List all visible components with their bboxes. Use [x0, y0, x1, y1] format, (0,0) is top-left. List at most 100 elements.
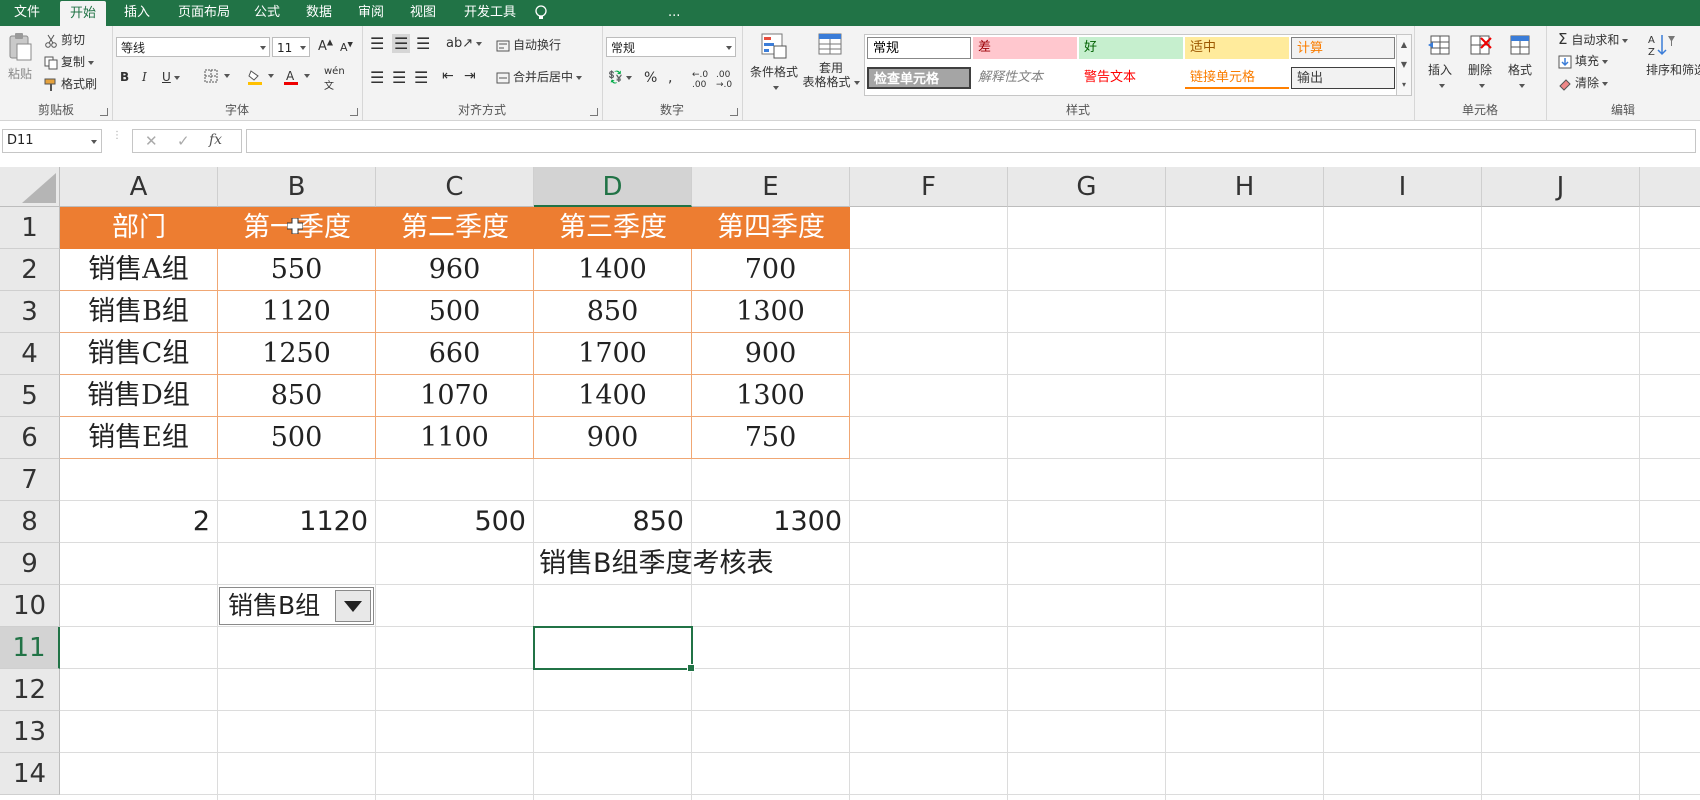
gallery-scroll[interactable]: ▲ ▼ ▾	[1396, 34, 1412, 96]
align-left-button[interactable]: ☰	[370, 68, 384, 87]
insert-function-icon[interactable]: fx	[209, 132, 222, 148]
italic-button[interactable]: I	[142, 70, 147, 84]
increase-font-button[interactable]: A▲	[318, 38, 333, 54]
style-bad[interactable]: 差	[973, 37, 1077, 59]
merge-center-button[interactable]: 合并后居中	[496, 68, 583, 85]
column-header-j[interactable]: J	[1482, 167, 1640, 207]
scroll-up-icon[interactable]: ▲	[1397, 35, 1411, 55]
row-header-2[interactable]: 2	[0, 249, 60, 291]
increase-decimal-button[interactable]: ←.0.00	[692, 70, 708, 90]
select-all-button[interactable]	[0, 167, 60, 207]
table-cell[interactable]: 1070	[376, 375, 534, 417]
fill-handle[interactable]	[687, 664, 695, 672]
align-top-button[interactable]: ☰	[370, 34, 384, 53]
table-cell[interactable]: 1400	[534, 375, 692, 417]
table-cell[interactable]: 1300	[692, 291, 850, 333]
table-cell[interactable]: 1250	[218, 333, 376, 375]
report-title[interactable]: 销售B组季度考核表	[539, 543, 839, 585]
table-cell[interactable]: 850	[534, 291, 692, 333]
table-cell[interactable]: 960	[376, 249, 534, 291]
style-output[interactable]: 输出	[1291, 67, 1395, 89]
row-header-1[interactable]: 1	[0, 207, 60, 249]
table-header-cell[interactable]: 第二季度	[376, 207, 534, 249]
table-cell[interactable]: 500	[376, 291, 534, 333]
column-header-e[interactable]: E	[692, 167, 850, 207]
row-header-5[interactable]: 5	[0, 375, 60, 417]
row-header-4[interactable]: 4	[0, 333, 60, 375]
table-header-cell[interactable]: 第四季度	[692, 207, 850, 249]
table-cell[interactable]: 销售D组	[60, 375, 218, 417]
paste-button[interactable]: 粘贴	[6, 32, 34, 82]
align-center-button[interactable]: ☰	[392, 68, 406, 87]
column-header-h[interactable]: H	[1166, 167, 1324, 207]
percent-button[interactable]: %	[644, 70, 657, 86]
group-select-combo[interactable]: 销售B组	[219, 587, 374, 625]
tab-file[interactable]: 文件	[4, 0, 50, 26]
column-header-k[interactable]	[1640, 167, 1700, 207]
table-cell[interactable]: 销售B组	[60, 291, 218, 333]
table-cell[interactable]: 700	[692, 249, 850, 291]
table-cell[interactable]: 销售A组	[60, 249, 218, 291]
column-header-a[interactable]: A	[60, 167, 218, 207]
formula-bar-grip[interactable]: ⋮	[112, 131, 122, 149]
table-cell[interactable]: 660	[376, 333, 534, 375]
row-header-13[interactable]: 13	[0, 711, 60, 753]
name-box[interactable]: D11	[2, 129, 102, 153]
format-as-table-button[interactable]: 套用 表格格式	[802, 32, 860, 89]
table-cell[interactable]: 500	[218, 417, 376, 459]
table-header-cell[interactable]: 部门	[60, 207, 218, 249]
style-explanatory[interactable]: 解释性文本	[973, 67, 1077, 89]
tab-view[interactable]: 视图	[400, 0, 446, 26]
accounting-button[interactable]: 💱	[608, 70, 632, 84]
style-calculation[interactable]: 计算	[1291, 37, 1395, 59]
orientation-button[interactable]: ab↗	[446, 36, 483, 51]
tab-home[interactable]: 开始	[60, 1, 107, 26]
dialog-launcher-icon[interactable]	[100, 108, 108, 116]
row-header-10[interactable]: 10	[0, 585, 60, 627]
table-cell[interactable]: 850	[218, 375, 376, 417]
cell-c8[interactable]: 500	[376, 501, 534, 543]
row-header-12[interactable]: 12	[0, 669, 60, 711]
formula-input[interactable]	[246, 129, 1696, 153]
increase-indent-button[interactable]: ⇥	[464, 68, 476, 84]
tab-insert[interactable]: 插入	[114, 0, 160, 26]
align-bottom-button[interactable]: ☰	[416, 34, 430, 53]
tab-review[interactable]: 审阅	[348, 0, 394, 26]
number-format-combo[interactable]: 常规	[606, 37, 736, 57]
column-header-b[interactable]: B	[218, 167, 376, 207]
enter-icon[interactable]: ✓	[177, 132, 190, 150]
cancel-icon[interactable]: ✕	[145, 132, 158, 150]
tell-me-icon[interactable]	[534, 0, 548, 26]
font-color-button[interactable]: A	[284, 68, 310, 85]
font-size-combo[interactable]: 11	[272, 37, 310, 57]
format-painter-button[interactable]: 格式刷	[44, 75, 97, 92]
style-check-cell[interactable]: 检查单元格	[867, 67, 971, 89]
comma-button[interactable]: ,	[668, 70, 672, 86]
column-header-d[interactable]: D	[534, 167, 692, 207]
decrease-decimal-button[interactable]: .00 →.0	[716, 70, 732, 90]
table-cell[interactable]: 1300	[692, 375, 850, 417]
cell-b8[interactable]: 1120	[218, 501, 376, 543]
tab-page-layout[interactable]: 页面布局	[168, 0, 240, 26]
borders-button[interactable]	[204, 68, 230, 83]
tab-data[interactable]: 数据	[296, 0, 342, 26]
tab-more[interactable]: ...	[658, 0, 690, 26]
column-header-g[interactable]: G	[1008, 167, 1166, 207]
align-right-button[interactable]: ☰	[414, 68, 428, 87]
row-header-11[interactable]: 11	[0, 627, 60, 669]
column-header-f[interactable]: F	[850, 167, 1008, 207]
copy-button[interactable]: 复制	[44, 53, 95, 70]
dialog-launcher-icon[interactable]	[590, 108, 598, 116]
table-cell[interactable]: 1700	[534, 333, 692, 375]
table-cell[interactable]: 销售C组	[60, 333, 218, 375]
align-middle-button[interactable]: ☰	[392, 34, 411, 53]
fill-color-button[interactable]	[248, 68, 274, 85]
autosum-button[interactable]: Σ 自动求和	[1558, 30, 1629, 48]
table-cell[interactable]: 550	[218, 249, 376, 291]
decrease-indent-button[interactable]: ⇤	[442, 68, 454, 84]
table-cell[interactable]: 900	[692, 333, 850, 375]
row-header-7[interactable]: 7	[0, 459, 60, 501]
table-cell[interactable]: 1400	[534, 249, 692, 291]
cell-a8[interactable]: 2	[60, 501, 218, 543]
dialog-launcher-icon[interactable]	[350, 108, 358, 116]
